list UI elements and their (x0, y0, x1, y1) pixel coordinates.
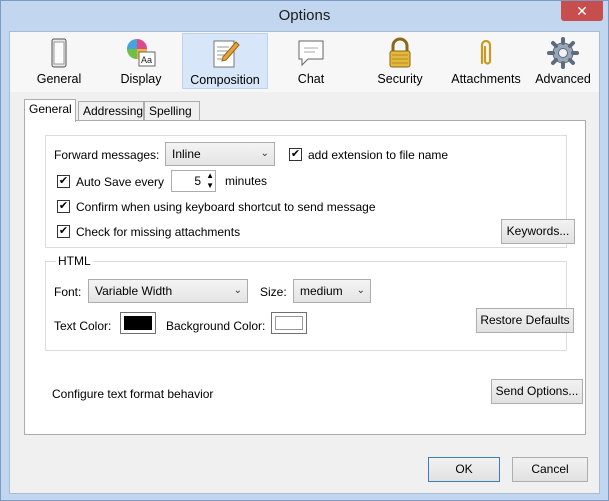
chat-icon (298, 40, 324, 67)
auto-save-checkbox[interactable]: ✔ (57, 175, 70, 188)
keywords-button[interactable]: Keywords... (501, 219, 575, 244)
chevron-down-icon: ⌄ (260, 148, 269, 159)
text-color-swatch (124, 316, 152, 330)
auto-save-minutes-stepper[interactable]: 5 ▲ ▼ (171, 170, 216, 192)
toolbar-label: Attachments (451, 72, 521, 86)
forward-messages-label: Forward messages: (54, 148, 160, 162)
confirm-shortcut-label: Confirm when using keyboard shortcut to … (76, 200, 376, 214)
toolbar-display[interactable]: Aa Display (104, 33, 178, 89)
font-value: Variable Width (95, 284, 173, 298)
size-value: medium (300, 284, 343, 298)
auto-save-minutes-value: 5 (194, 174, 201, 188)
font-select[interactable]: Variable Width ⌄ (88, 279, 248, 303)
text-color-picker[interactable] (120, 312, 156, 334)
display-icon: Aa (127, 39, 156, 67)
auto-save-label: Auto Save every (76, 175, 165, 189)
add-extension-checkbox[interactable]: ✔ (289, 148, 302, 161)
send-options-button[interactable]: Send Options... (491, 379, 583, 404)
titlebar[interactable]: Options ✕ (1, 1, 608, 31)
gear-icon (547, 37, 579, 69)
dialog-body: General Aa Display Composition Chat Secu… (9, 31, 600, 494)
composition-icon (213, 40, 240, 68)
toolbar-composition[interactable]: Composition (182, 33, 268, 89)
missing-attachments-checkbox[interactable]: ✔ (57, 225, 70, 238)
toolbar-general[interactable]: General (22, 33, 96, 89)
cancel-button[interactable]: Cancel (512, 457, 588, 482)
chevron-down-icon: ⌄ (233, 285, 242, 296)
options-window: Options ✕ General Aa Display Composition… (0, 0, 609, 501)
toolbar-advanced[interactable]: Advanced (530, 33, 596, 89)
restore-defaults-button[interactable]: Restore Defaults (476, 308, 574, 333)
ok-button[interactable]: OK (428, 457, 500, 482)
toolbar-label: Composition (190, 73, 260, 87)
toolbar-label: Advanced (535, 72, 591, 86)
text-color-label: Text Color: (54, 319, 112, 333)
general-icon (51, 38, 67, 68)
tab-general[interactable]: General (24, 99, 76, 122)
forward-messages-select[interactable]: Inline ⌄ (165, 142, 275, 166)
svg-text:Aa: Aa (141, 55, 152, 65)
background-color-picker[interactable] (271, 312, 307, 334)
toolbar-label: General (36, 72, 82, 86)
html-group: HTML Font: Variable Width ⌄ Size: medium… (45, 254, 574, 351)
text-format-label: Configure text format behavior (52, 387, 214, 401)
chevron-down-icon: ⌄ (356, 285, 365, 296)
add-extension-label: add extension to file name (308, 148, 449, 162)
font-label: Font: (54, 285, 82, 299)
close-button[interactable]: ✕ (561, 1, 603, 21)
toolbar-chat[interactable]: Chat (272, 33, 350, 89)
window-title: Options (278, 7, 331, 24)
tab-spelling[interactable]: Spelling (144, 101, 200, 121)
spinner-arrows-icon[interactable]: ▲ ▼ (206, 171, 214, 191)
background-color-swatch (275, 316, 303, 330)
size-label: Size: (260, 285, 287, 299)
forwarding-group: Forward messages: Inline ⌄ ✔ add extensi… (45, 135, 575, 248)
size-select[interactable]: medium ⌄ (293, 279, 371, 303)
forward-messages-value: Inline (172, 147, 201, 161)
auto-save-unit-label: minutes (225, 174, 268, 188)
tab-addressing[interactable]: Addressing (78, 101, 144, 121)
toolbar-label: Chat (297, 72, 325, 86)
category-toolbar: General Aa Display Composition Chat Secu… (10, 32, 599, 92)
confirm-shortcut-checkbox[interactable]: ✔ (57, 200, 70, 213)
toolbar-security[interactable]: Security (360, 33, 440, 89)
toolbar-label: Security (377, 72, 423, 86)
general-tab-panel: Forward messages: Inline ⌄ ✔ add extensi… (24, 120, 586, 435)
paperclip-icon (480, 39, 492, 65)
toolbar-label: Display (120, 72, 162, 86)
security-lock-icon (389, 37, 411, 68)
html-group-legend: HTML (56, 254, 93, 268)
background-color-label: Background Color: (166, 319, 266, 333)
toolbar-attachments[interactable]: Attachments (440, 33, 532, 89)
missing-attachments-label: Check for missing attachments (76, 225, 241, 239)
